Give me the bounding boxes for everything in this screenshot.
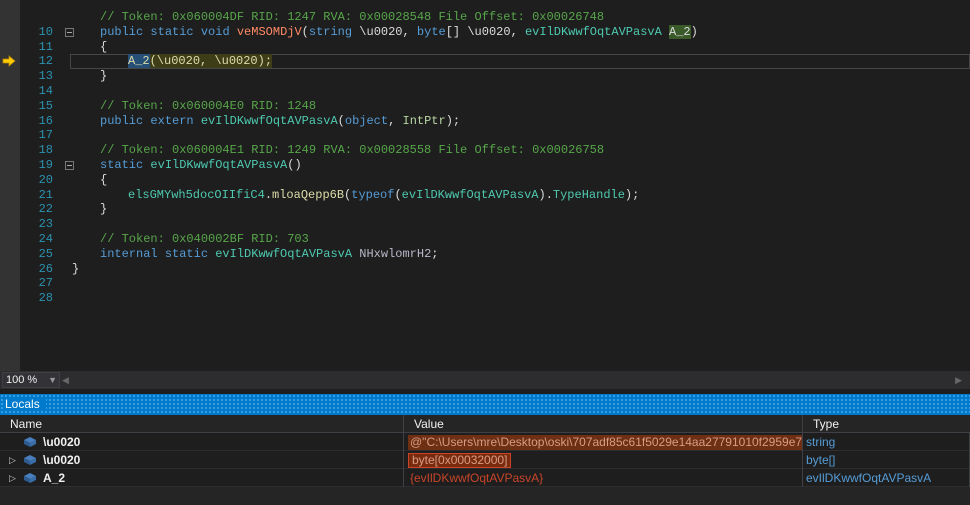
code-lines: 10 // Token: 0x060004DF RID: 1247 RVA: 0… bbox=[20, 10, 970, 305]
field-cube-icon bbox=[24, 437, 36, 447]
expand-triangle-icon[interactable]: ▷ bbox=[9, 451, 16, 469]
locals-grid: Name Value Type \u0020 @"C:\Users\mre\De… bbox=[0, 415, 970, 487]
code-editor[interactable]: 10 // Token: 0x060004DF RID: 1247 RVA: 0… bbox=[0, 0, 970, 371]
panel-title: Locals bbox=[5, 397, 46, 411]
collapse-icon[interactable] bbox=[65, 160, 74, 170]
code-line: 26 internal static evIlDKwwfOqtAVPasvA N… bbox=[20, 247, 970, 276]
code-line: 24 bbox=[20, 217, 970, 246]
code-line: 17 public extern evIlDKwwfOqtAVPasvA(obj… bbox=[20, 114, 970, 143]
variable-value: @"C:\Users\mre\Desktop\oski\707adf85c61f… bbox=[408, 435, 802, 450]
code-line: 16 // Token: 0x060004E0 RID: 1248 bbox=[20, 98, 970, 128]
locals-title-bar[interactable]: Locals bbox=[0, 394, 970, 415]
chevron-down-icon: ▼ bbox=[48, 375, 57, 385]
line-number: 28 bbox=[38, 291, 53, 306]
code-line: 25 // Token: 0x040002BF RID: 703 bbox=[20, 231, 970, 261]
code-line: 22 elsGMYwh5docOIIfiC4.mloaQepp6B(typeof… bbox=[20, 188, 970, 217]
horizontal-scrollbar[interactable]: ◀ ▶ bbox=[62, 375, 962, 385]
locals-row[interactable]: ▷ \u0020 byte[0x00032000] byte[] bbox=[0, 451, 970, 469]
column-header-name[interactable]: Name bbox=[0, 415, 404, 433]
field-cube-icon bbox=[24, 473, 36, 483]
column-header-type[interactable]: Type bbox=[803, 415, 970, 433]
locals-row[interactable]: \u0020 @"C:\Users\mre\Desktop\oski\707ad… bbox=[0, 433, 970, 451]
variable-name: \u0020 bbox=[43, 435, 81, 449]
code-line-current: 13 A_2(\u0020, \u0020); bbox=[20, 54, 970, 83]
current-statement-arrow-icon bbox=[2, 55, 16, 67]
variable-name: \u0020 bbox=[43, 453, 81, 467]
column-header-value[interactable]: Value bbox=[404, 415, 803, 433]
code-line: 14 } bbox=[20, 69, 970, 98]
code-line: 23 } bbox=[20, 202, 970, 231]
variable-value: {evIlDKwwfOqtAVPasvA} bbox=[410, 471, 544, 485]
scroll-left-icon[interactable]: ◀ bbox=[62, 375, 69, 386]
code-comment: // Token: 0x060004E1 RID: 1249 RVA: 0x00… bbox=[100, 143, 605, 158]
code-line: 18 bbox=[20, 128, 970, 157]
variable-type: string bbox=[803, 433, 970, 451]
code-line: 21 { bbox=[20, 173, 970, 202]
variable-value: byte[0x00032000] bbox=[408, 453, 512, 468]
zoom-level: 100 % bbox=[6, 374, 38, 386]
current-statement[interactable]: A_2(\u0020, \u0020); bbox=[128, 54, 273, 69]
method-name[interactable]: veMSOMDjV bbox=[237, 25, 302, 39]
editor-status-bar: 100 % ▼ ◀ ▶ bbox=[0, 371, 970, 389]
variable-name: A_2 bbox=[43, 471, 66, 485]
scroll-right-icon[interactable]: ▶ bbox=[955, 375, 962, 386]
code-line: 10 // Token: 0x060004DF RID: 1247 RVA: 0… bbox=[20, 10, 970, 39]
collapse-icon[interactable] bbox=[65, 27, 74, 37]
code-comment: // Token: 0x060004DF RID: 1247 RVA: 0x00… bbox=[100, 10, 605, 24]
variable-type: byte[] bbox=[803, 451, 970, 469]
variable-type: evIlDKwwfOqtAVPasvA bbox=[803, 469, 970, 487]
code-comment: // Token: 0x040002BF RID: 703 bbox=[100, 231, 309, 246]
code-line: 20 static evIlDKwwfOqtAVPasvA() bbox=[20, 158, 970, 187]
locals-row[interactable]: ▷ A_2 {evIlDKwwfOqtAVPasvA} evIlDKwwfOqt… bbox=[0, 469, 970, 487]
breakpoint-gutter[interactable] bbox=[0, 0, 20, 371]
expand-triangle-icon[interactable]: ▷ bbox=[9, 469, 16, 487]
code-line: 12 { bbox=[20, 40, 970, 69]
code-line: 27 } bbox=[20, 262, 970, 291]
field-cube-icon bbox=[24, 455, 36, 465]
locals-panel: Locals Name Value Type \u0020 @"C:\Users… bbox=[0, 394, 970, 505]
highlighted-param[interactable]: A_2 bbox=[669, 24, 691, 39]
grid-header: Name Value Type bbox=[0, 415, 970, 433]
zoom-dropdown[interactable]: 100 % ▼ bbox=[2, 372, 60, 388]
code-line: 28 bbox=[20, 276, 970, 305]
code-line: 15 bbox=[20, 84, 970, 113]
code-comment: // Token: 0x060004E0 RID: 1248 bbox=[100, 98, 317, 113]
code-line: 19 // Token: 0x060004E1 RID: 1249 RVA: 0… bbox=[20, 143, 970, 172]
code-line: 11 public static void veMSOMDjV(string \… bbox=[20, 24, 970, 54]
